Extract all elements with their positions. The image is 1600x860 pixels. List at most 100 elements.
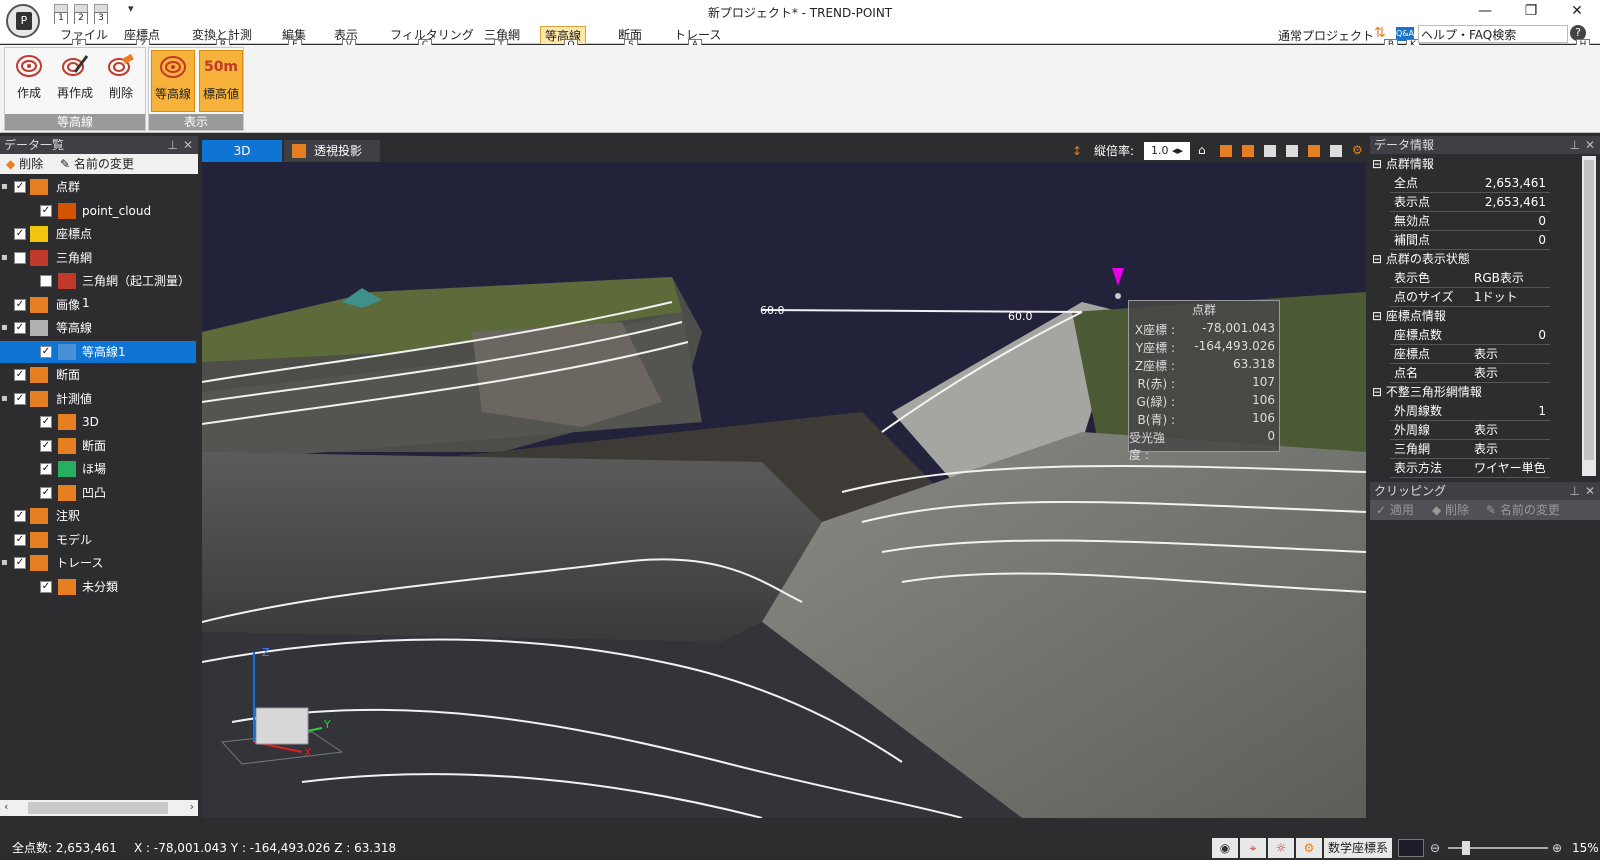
app-menu-icon[interactable]: P — [6, 4, 40, 38]
tree-item[interactable]: ✓ 断面 — [0, 364, 196, 386]
panel-close-icon[interactable]: ✕ — [1585, 482, 1595, 500]
tree-item-checkbox[interactable] — [40, 275, 52, 287]
settings-icon[interactable]: ⚙ — [1296, 838, 1322, 858]
delete-contour-button[interactable]: 削除 — [99, 50, 143, 112]
vertical-scale-input[interactable]: 1.0 ◂▸ — [1144, 142, 1190, 160]
zoom-out-icon[interactable]: ⊖ — [1430, 836, 1440, 860]
snap-icon[interactable]: ⌖ — [1240, 838, 1266, 858]
elevation-display-toggle[interactable]: 50m 標高値 — [199, 50, 243, 112]
point-cloud-render[interactable]: 60.0 60.0 Z Y X — [202, 162, 1366, 818]
tree-expander-icon[interactable]: ▪ — [1, 176, 8, 198]
tree-item[interactable]: ▪ ✓ 点群 — [0, 176, 196, 198]
panel-close-icon[interactable]: ✕ — [183, 136, 193, 154]
home-view-icon[interactable]: ⌂ — [1198, 143, 1206, 157]
tree-item-checkbox[interactable]: ✓ — [14, 298, 26, 311]
tree-item-checkbox[interactable]: ✓ — [14, 181, 26, 193]
tree-item-checkbox[interactable]: ✓ — [14, 533, 26, 546]
tree-item-checkbox[interactable]: ✓ — [14, 369, 26, 381]
help-search-input[interactable]: ヘルプ・FAQ検索 — [1418, 25, 1568, 43]
collapse-icon[interactable]: ⊟ — [1372, 385, 1386, 399]
maximize-button[interactable]: ❐ — [1508, 0, 1554, 24]
project-mode[interactable]: 通常プロジェクト — [1278, 27, 1374, 44]
rename-data-button[interactable]: ✎ 名前の変更 — [60, 154, 134, 174]
tab-perspective[interactable]: 透視投影 — [284, 140, 380, 162]
tree-item-checkbox[interactable]: ✓ — [40, 463, 52, 475]
tree-item[interactable]: ▪ ✓ 等高線 — [0, 317, 196, 339]
clipping-apply-button[interactable]: ✓ 適用 — [1376, 500, 1414, 520]
data-info-scrollbar[interactable] — [1582, 156, 1596, 476]
view-back-icon[interactable] — [1242, 145, 1254, 157]
tree-item[interactable]: ✓ point_cloud — [0, 200, 196, 222]
3d-viewport[interactable]: 60.0 60.0 Z Y X — [202, 162, 1366, 818]
tree-item[interactable]: ✓ 注釈 — [0, 505, 196, 527]
tree-expander-icon[interactable]: ▪ — [1, 388, 8, 410]
view-front-icon[interactable] — [1220, 145, 1232, 157]
pin-icon[interactable]: ⊥ — [1570, 136, 1580, 154]
tree-item-checkbox[interactable]: ✓ — [14, 510, 26, 522]
zoom-in-icon[interactable]: ⊕ — [1552, 836, 1562, 860]
tree-item-checkbox[interactable]: ✓ — [40, 416, 52, 428]
view-left-icon[interactable] — [1264, 145, 1276, 157]
tree-item-checkbox[interactable]: ✓ — [14, 228, 26, 240]
collapse-icon[interactable]: ⊟ — [1372, 252, 1386, 266]
collapse-icon[interactable]: ⊟ — [1372, 157, 1386, 171]
minimize-button[interactable]: — — [1462, 0, 1508, 24]
recreate-button[interactable]: 再作成 — [53, 50, 97, 112]
tree-item[interactable]: ✓ 未分類 — [0, 576, 196, 598]
scroll-thumb[interactable] — [28, 802, 168, 814]
view-right-icon[interactable] — [1286, 145, 1298, 157]
delete-data-button[interactable]: ◆ 削除 — [6, 154, 43, 174]
tree-item-checkbox[interactable]: ✓ — [14, 392, 26, 405]
property-section-header[interactable]: ⊟ 不整三角形網情報 — [1372, 383, 1552, 402]
tree-item-checkbox[interactable]: ✓ — [40, 439, 52, 452]
data-list-scrollbar[interactable]: ‹ › — [0, 800, 198, 816]
tree-item[interactable]: ▪ ✓ トレース — [0, 552, 196, 574]
tree-item-checkbox[interactable]: ✓ — [40, 580, 52, 593]
tree-item[interactable]: ▪ ✓ 計測値 — [0, 388, 196, 410]
menu-contour[interactable]: 等高線 — [540, 26, 587, 44]
clipping-rename-button[interactable]: ✎ 名前の変更 — [1486, 500, 1560, 520]
tree-item-checkbox[interactable]: ✓ — [40, 204, 52, 217]
color-swatch[interactable] — [1398, 839, 1424, 857]
property-section-header[interactable]: ⊟ 点群の表示状態 — [1372, 250, 1552, 269]
tree-item-checkbox[interactable] — [14, 251, 26, 264]
pin-icon[interactable]: ⊥ — [168, 136, 178, 154]
property-section-header[interactable]: ⊟ 座標点情報 — [1372, 307, 1552, 326]
tree-expander-icon[interactable]: ▪ — [1, 317, 8, 339]
create-button[interactable]: 作成 — [7, 50, 51, 112]
tree-item[interactable]: ✓ 等高線1 — [0, 340, 196, 363]
selection-marker-icon — [1112, 268, 1124, 286]
collapse-icon[interactable]: ⊟ — [1372, 309, 1386, 323]
contour-display-toggle[interactable]: 等高線 — [151, 50, 195, 112]
view-settings-icon[interactable]: ⚙ — [1352, 143, 1363, 157]
view-bottom-icon[interactable] — [1330, 145, 1342, 157]
tab-3d[interactable]: 3D — [202, 140, 282, 162]
quick-access-dropdown-icon[interactable]: ▾ — [128, 2, 134, 15]
tree-item-checkbox[interactable]: ✓ — [40, 486, 52, 499]
view-top-icon[interactable] — [1308, 145, 1320, 157]
close-button[interactable]: ✕ — [1554, 0, 1600, 24]
tree-item[interactable]: ✓ 3D — [0, 411, 196, 433]
zoom-slider[interactable] — [1448, 841, 1548, 855]
tree-item[interactable]: ✓ モデル — [0, 529, 196, 551]
camera-icon[interactable]: ◉ — [1212, 838, 1238, 858]
tree-expander-icon[interactable]: ▪ — [1, 552, 8, 574]
tree-item[interactable]: ✓ 画像 — [0, 294, 196, 316]
tree-item-checkbox[interactable]: ✓ — [14, 557, 26, 569]
tree-item[interactable]: ✓ 座標点 — [0, 223, 196, 245]
coordinate-system-button[interactable]: 数学座標系 — [1324, 838, 1393, 858]
tree-item[interactable]: ▪ 三角網 — [0, 247, 196, 269]
tree-item[interactable]: ✓ 凹凸 — [0, 482, 196, 504]
pin-icon[interactable]: ⊥ — [1570, 482, 1580, 500]
light-icon[interactable]: ☼ — [1268, 838, 1294, 858]
zoom-slider-thumb[interactable] — [1462, 841, 1470, 855]
tree-item[interactable]: ✓ 断面 — [0, 435, 196, 457]
tree-item[interactable]: 三角網（起工測量）1 — [0, 270, 196, 310]
tree-item[interactable]: ✓ ほ場 — [0, 458, 196, 480]
tree-expander-icon[interactable]: ▪ — [1, 247, 8, 269]
clipping-delete-button[interactable]: ◆ 削除 — [1432, 500, 1469, 520]
panel-close-icon[interactable]: ✕ — [1585, 136, 1595, 154]
property-section-header[interactable]: ⊟ 点群情報 — [1372, 155, 1552, 174]
tree-item-checkbox[interactable]: ✓ — [40, 345, 52, 358]
tree-item-checkbox[interactable]: ✓ — [14, 322, 26, 334]
